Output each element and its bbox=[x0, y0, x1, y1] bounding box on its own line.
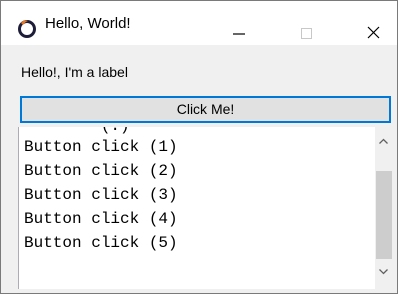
minimize-button[interactable] bbox=[215, 1, 261, 41]
scroll-up-button[interactable] bbox=[375, 133, 392, 150]
scroll-thumb[interactable] bbox=[376, 171, 392, 259]
chevron-down-icon bbox=[379, 269, 388, 275]
output-line-partial: (.) bbox=[24, 127, 130, 135]
close-button[interactable] bbox=[351, 1, 397, 41]
output-text-area[interactable]: (.) Button click (1) Button click (2) Bu… bbox=[18, 127, 392, 289]
maximize-icon bbox=[301, 28, 312, 39]
output-line: Button click (1) bbox=[24, 138, 178, 156]
output-line: Button click (2) bbox=[24, 162, 178, 180]
vertical-scrollbar[interactable] bbox=[375, 127, 392, 289]
window-title: Hello, World! bbox=[45, 15, 131, 32]
maximize-button[interactable] bbox=[283, 1, 329, 41]
scroll-down-button[interactable] bbox=[375, 263, 392, 280]
hello-label: Hello!, I'm a label bbox=[21, 64, 128, 80]
click-me-button[interactable]: Click Me! bbox=[20, 96, 391, 123]
app-logo-icon bbox=[17, 18, 37, 43]
output-line: Button click (3) bbox=[24, 186, 178, 204]
app-window: Hello, World! Hello!, I'm a label Click … bbox=[0, 0, 398, 294]
minimize-icon bbox=[233, 33, 245, 35]
title-bar[interactable]: Hello, World! bbox=[1, 1, 397, 45]
close-icon bbox=[367, 26, 380, 39]
chevron-up-icon bbox=[379, 138, 388, 144]
output-line: Button click (4) bbox=[24, 210, 178, 228]
output-line: Button click (5) bbox=[24, 234, 178, 252]
